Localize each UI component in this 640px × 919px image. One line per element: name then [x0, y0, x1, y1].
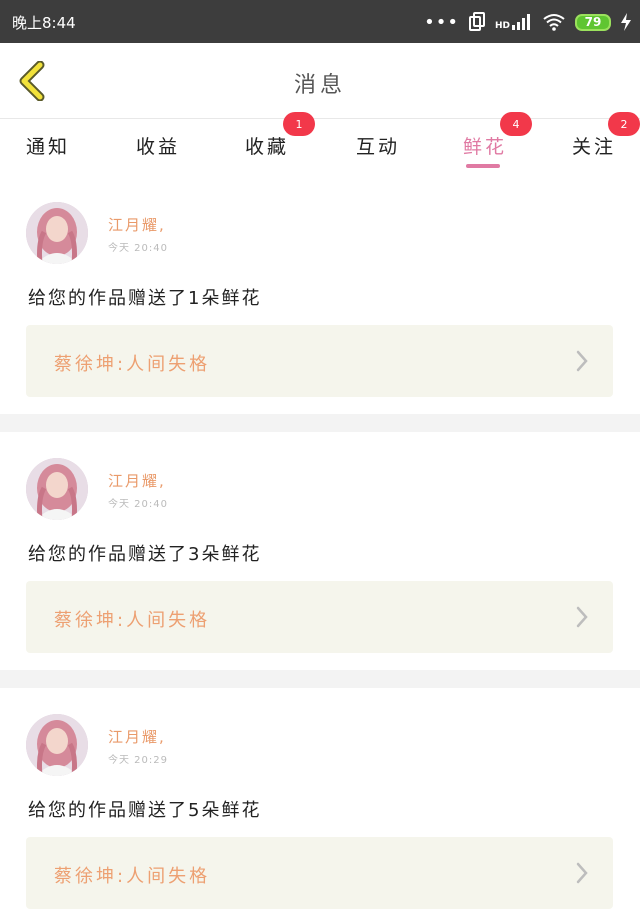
sender-name[interactable]: 江月耀, [108, 470, 166, 491]
chevron-right-icon [576, 606, 588, 628]
hd-label: HD [494, 21, 510, 31]
avatar-image [26, 458, 88, 520]
tab-earnings[interactable]: 收益 [136, 132, 180, 159]
sender-name[interactable]: 江月耀, [108, 726, 166, 747]
work-title: 蔡徐坤:人间失格 [54, 610, 211, 631]
avatar-image [26, 202, 88, 264]
list-item: 江月耀, 今天 20:29 给您的作品赠送了5朵鲜花 蔡徐坤:人间失格 [0, 688, 640, 919]
page-title: 消息 [293, 73, 346, 98]
chevron-right-icon [576, 350, 588, 372]
message-time: 今天 20:29 [108, 755, 168, 766]
list-item: 江月耀, 今天 20:40 给您的作品赠送了1朵鲜花 蔡徐坤:人间失格 [0, 172, 640, 414]
work-card[interactable]: 蔡徐坤:人间失格 [26, 581, 613, 653]
message-text: 给您的作品赠送了3朵鲜花 [28, 544, 262, 565]
avatar[interactable] [26, 458, 88, 520]
status-icons: ••• HD 79 [424, 9, 632, 35]
work-title: 蔡徐坤:人间失格 [54, 866, 211, 887]
tab-following[interactable]: 关注 [572, 132, 616, 159]
tab-notifications[interactable]: 通知 [26, 132, 70, 159]
avatar-image [26, 714, 88, 776]
avatar[interactable] [26, 714, 88, 776]
list-item: 江月耀, 今天 20:40 给您的作品赠送了3朵鲜花 蔡徐坤:人间失格 [0, 432, 640, 670]
message-time: 今天 20:40 [108, 499, 168, 510]
more-dots-icon: ••• [424, 11, 459, 33]
work-card[interactable]: 蔡徐坤:人间失格 [26, 325, 613, 397]
divider [0, 670, 640, 688]
tab-interactions[interactable]: 互动 [356, 132, 400, 159]
sender-name[interactable]: 江月耀, [108, 214, 166, 235]
favorites-badge: 1 [283, 112, 315, 136]
charging-bolt-icon [621, 13, 631, 31]
screen-rotate-icon [468, 12, 485, 31]
battery-indicator: 79 [575, 13, 611, 31]
avatar[interactable] [26, 202, 88, 264]
tab-flowers[interactable]: 鲜花 [463, 132, 507, 159]
status-bar: 晚上8:44 ••• HD 79 [0, 0, 640, 43]
message-text: 给您的作品赠送了5朵鲜花 [28, 800, 262, 821]
message-time: 今天 20:40 [108, 243, 168, 254]
active-tab-indicator [466, 164, 500, 168]
flowers-badge: 4 [500, 112, 532, 136]
status-time: 晚上8:44 [12, 14, 76, 32]
chevron-right-icon [576, 862, 588, 884]
tab-favorites[interactable]: 收藏 [245, 132, 289, 159]
wifi-icon [543, 14, 565, 31]
cell-signal-icon [512, 14, 530, 30]
tab-bar: 通知 收益 收藏 1 互动 鲜花 4 关注 2 [0, 112, 640, 172]
work-card[interactable]: 蔡徐坤:人间失格 [26, 837, 613, 909]
message-text: 给您的作品赠送了1朵鲜花 [28, 288, 262, 309]
top-header: 消息 [0, 43, 640, 119]
divider [0, 414, 640, 432]
work-title: 蔡徐坤:人间失格 [54, 354, 211, 375]
following-badge: 2 [608, 112, 640, 136]
